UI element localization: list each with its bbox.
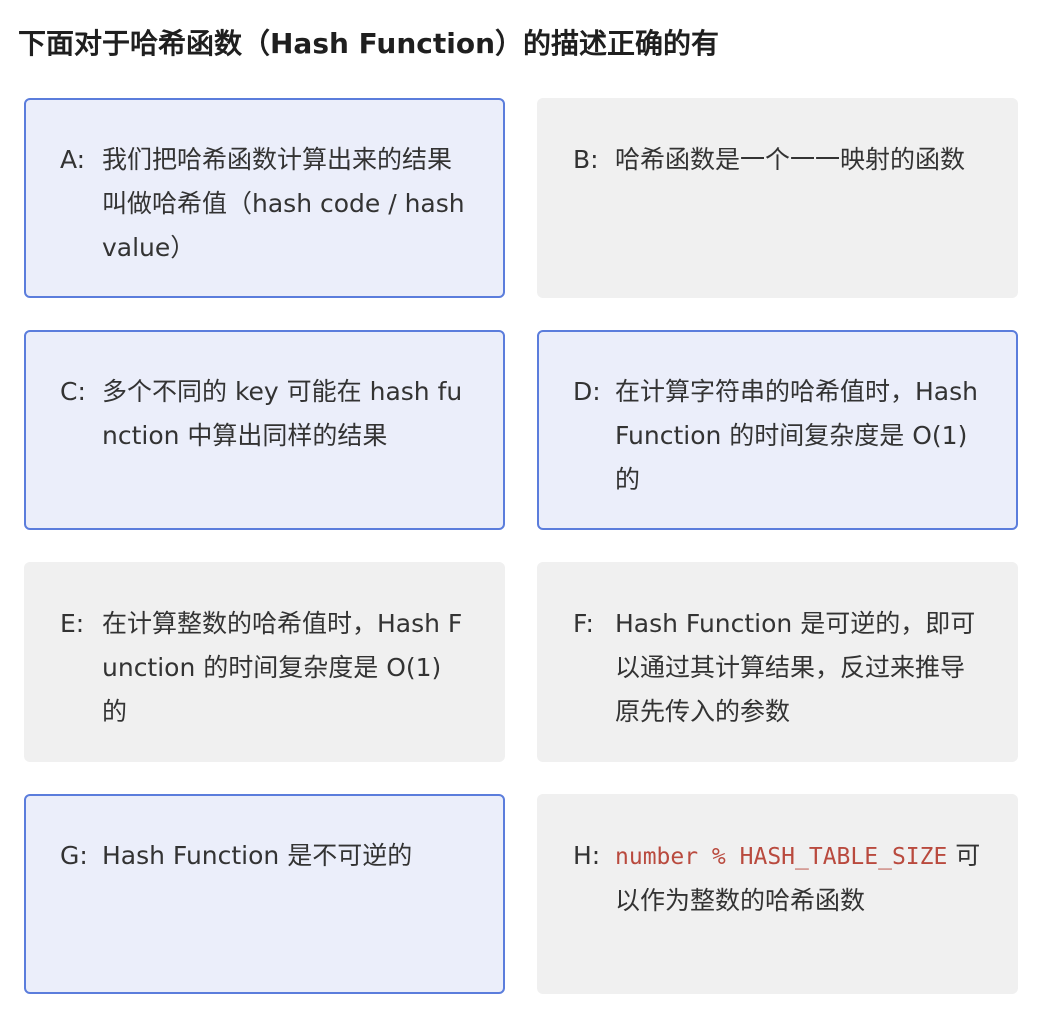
option-letter: H:: [573, 841, 601, 870]
option-b[interactable]: B: 哈希函数是一个一一映射的函数: [537, 98, 1018, 298]
option-text: 哈希函数是一个一一映射的函数: [615, 145, 966, 174]
option-text: Hash Function 是可逆的，即可以通过其计算结果，反过来推导原先传入的…: [615, 609, 976, 726]
option-letter: E:: [60, 609, 85, 638]
option-g[interactable]: G: Hash Function 是不可逆的: [24, 794, 505, 994]
option-text: 在计算字符串的哈希值时，Hash Function 的时间复杂度是 O(1) 的: [615, 377, 978, 494]
inline-code: number % HASH_TABLE_SIZE: [615, 844, 948, 870]
option-letter: D:: [573, 377, 601, 406]
option-text: 我们把哈希函数计算出来的结果叫做哈希值（hash code / hash val…: [102, 145, 465, 262]
option-letter: C:: [60, 377, 86, 406]
option-letter: A:: [60, 145, 86, 174]
option-h[interactable]: H: number % HASH_TABLE_SIZE 可以作为整数的哈希函数: [537, 794, 1018, 994]
option-e[interactable]: E: 在计算整数的哈希值时，Hash Function 的时间复杂度是 O(1)…: [24, 562, 505, 762]
option-letter: G:: [60, 841, 88, 870]
option-d[interactable]: D: 在计算字符串的哈希值时，Hash Function 的时间复杂度是 O(1…: [537, 330, 1018, 530]
option-text: Hash Function 是不可逆的: [102, 841, 413, 870]
option-f[interactable]: F: Hash Function 是可逆的，即可以通过其计算结果，反过来推导原先…: [537, 562, 1018, 762]
option-a[interactable]: A: 我们把哈希函数计算出来的结果叫做哈希值（hash code / hash …: [24, 98, 505, 298]
option-text: number % HASH_TABLE_SIZE 可以作为整数的哈希函数: [615, 834, 982, 923]
options-grid: A: 我们把哈希函数计算出来的结果叫做哈希值（hash code / hash …: [24, 98, 1018, 994]
option-letter: B:: [573, 145, 599, 174]
option-text: 在计算整数的哈希值时，Hash Function 的时间复杂度是 O(1) 的: [102, 609, 463, 726]
option-letter: F:: [573, 609, 594, 638]
option-c[interactable]: C: 多个不同的 key 可能在 hash function 中算出同样的结果: [24, 330, 505, 530]
option-text: 多个不同的 key 可能在 hash function 中算出同样的结果: [102, 377, 463, 450]
quiz-page: 下面对于哈希函数（Hash Function）的描述正确的有 A: 我们把哈希函…: [0, 0, 1042, 1024]
question-title: 下面对于哈希函数（Hash Function）的描述正确的有: [18, 27, 720, 60]
